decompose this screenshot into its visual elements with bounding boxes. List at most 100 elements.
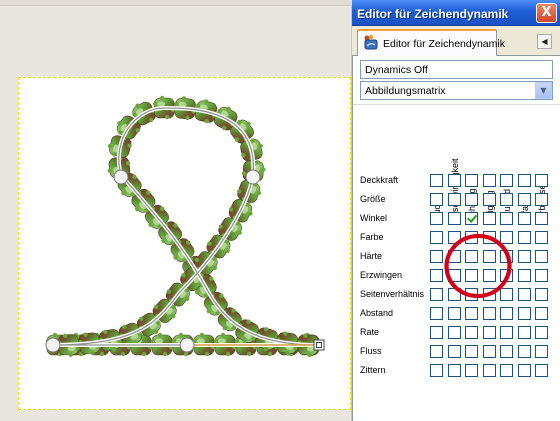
view-mode-value: Abbildungsmatrix: [365, 85, 446, 97]
matrix-checkbox[interactable]: [465, 307, 478, 320]
matrix-checkbox[interactable]: [447, 193, 461, 206]
matrix-checkbox[interactable]: [430, 345, 443, 358]
tab-dynamics-editor[interactable]: Editor für Zeichendynamik: [357, 29, 505, 57]
matrix-checkbox[interactable]: [465, 326, 478, 339]
matrix-checkbox[interactable]: [500, 193, 513, 206]
path-handle-right[interactable]: [245, 169, 261, 185]
matrix-checkbox[interactable]: [482, 364, 496, 377]
matrix-checkbox[interactable]: [500, 174, 513, 187]
matrix-checkbox[interactable]: [535, 250, 548, 263]
matrix-checkbox[interactable]: [447, 364, 461, 377]
matrix-checkbox[interactable]: [535, 174, 548, 187]
chevron-down-icon[interactable]: ▼: [535, 82, 552, 99]
matrix-checkbox[interactable]: [482, 193, 496, 206]
ruler-strip: [0, 0, 352, 6]
dock-title: Editor für Zeichendynamik: [357, 7, 509, 21]
view-mode-select[interactable]: Abbildungsmatrix ▼: [360, 81, 553, 100]
matrix-checkbox[interactable]: [430, 193, 443, 206]
matrix-row-label: Winkel: [360, 213, 388, 223]
matrix-checkbox[interactable]: [517, 364, 531, 377]
matrix-column-header: Richtung: [465, 114, 479, 224]
brush-stroke-dabs: [45, 95, 321, 358]
tab-label: Editor für Zeichendynamik: [383, 38, 505, 50]
matrix-checkbox[interactable]: [447, 307, 461, 320]
matrix-row-label: Härte: [360, 251, 383, 261]
matrix-row-label: Größe: [360, 194, 386, 204]
matrix-checkbox[interactable]: [517, 269, 531, 282]
matrix-checkbox[interactable]: [447, 174, 461, 187]
path-handle-start[interactable]: [45, 337, 61, 353]
matrix-checkbox[interactable]: [430, 174, 443, 187]
matrix-checkbox[interactable]: [517, 212, 531, 225]
matrix-checkbox[interactable]: [482, 174, 496, 187]
close-button[interactable]: X: [536, 3, 557, 23]
matrix-checkbox[interactable]: [535, 193, 548, 206]
dock-tab-strip: Editor für Zeichendynamik ◀: [352, 26, 560, 57]
matrix-checkbox[interactable]: [535, 269, 548, 282]
path-handle-left[interactable]: [113, 169, 129, 185]
matrix-row-label: Seitenverhältnis: [360, 289, 425, 299]
matrix-checkbox[interactable]: [482, 326, 496, 339]
matrix-checkbox[interactable]: [430, 364, 443, 377]
matrix-row-label: Deckkraft: [360, 175, 399, 185]
matrix-checkbox[interactable]: [430, 269, 443, 282]
matrix-row-label: Abstand: [360, 308, 394, 318]
matrix-checkbox[interactable]: [500, 345, 513, 358]
matrix-checkbox[interactable]: [535, 364, 548, 377]
matrix-row-label: Erzwingen: [360, 270, 403, 280]
matrix-column-header: Verblassen: [535, 114, 549, 224]
stroke-path: [52, 105, 320, 347]
matrix-checkbox[interactable]: [465, 212, 478, 225]
matrix-column-header: Druck: [430, 114, 444, 224]
dynamics-editor-dock: Editor für Zeichendynamik X Editor für Z…: [352, 0, 560, 421]
matrix-checkbox[interactable]: [500, 364, 513, 377]
matrix-checkbox[interactable]: [500, 326, 513, 339]
matrix-checkbox[interactable]: [447, 212, 461, 225]
matrix-checkbox[interactable]: [517, 345, 531, 358]
matrix-checkbox[interactable]: [500, 212, 513, 225]
matrix-checkbox[interactable]: [517, 193, 531, 206]
matrix-checkbox[interactable]: [517, 174, 531, 187]
drawing-canvas[interactable]: [18, 77, 351, 410]
matrix-checkbox[interactable]: [430, 212, 443, 225]
matrix-checkbox[interactable]: [535, 326, 548, 339]
matrix-checkbox[interactable]: [482, 345, 496, 358]
matrix-checkbox[interactable]: [535, 345, 548, 358]
matrix-row-label: Zittern: [360, 365, 386, 375]
matrix-checkbox[interactable]: [535, 288, 548, 301]
matrix-checkbox[interactable]: [517, 250, 531, 263]
matrix-checkbox[interactable]: [482, 307, 496, 320]
dynamics-editor-icon: [364, 35, 378, 50]
matrix-checkbox[interactable]: [517, 307, 531, 320]
matrix-checkbox[interactable]: [430, 288, 443, 301]
matrix-checkbox[interactable]: [430, 326, 443, 339]
canvas-drawing: [45, 95, 325, 358]
path-handle-control[interactable]: [179, 337, 195, 353]
matrix-checkbox[interactable]: [465, 193, 478, 206]
matrix-row-label: Farbe: [360, 232, 384, 242]
path-anchor-end[interactable]: [313, 339, 325, 351]
matrix-checkbox[interactable]: [465, 345, 478, 358]
dynamics-name-field[interactable]: Dynamics Off: [360, 60, 553, 79]
matrix-checkbox[interactable]: [500, 288, 513, 301]
matrix-checkbox[interactable]: [482, 212, 496, 225]
matrix-checkbox[interactable]: [465, 174, 478, 187]
matrix-checkbox[interactable]: [430, 231, 443, 244]
matrix-checkbox[interactable]: [517, 231, 531, 244]
matrix-checkbox[interactable]: [447, 345, 461, 358]
matrix-checkbox[interactable]: [535, 231, 548, 244]
dock-titlebar[interactable]: Editor für Zeichendynamik X: [352, 0, 560, 26]
matrix-checkbox[interactable]: [430, 307, 443, 320]
matrix-checkbox[interactable]: [535, 307, 548, 320]
matrix-checkbox[interactable]: [517, 288, 531, 301]
matrix-column-header: Zufall: [518, 114, 532, 224]
matrix-checkbox[interactable]: [517, 326, 531, 339]
matrix-checkbox[interactable]: [535, 212, 548, 225]
matrix-checkbox[interactable]: [500, 307, 513, 320]
matrix-checkbox[interactable]: [447, 326, 461, 339]
matrix-checkbox[interactable]: [430, 250, 443, 263]
matrix-checkbox[interactable]: [500, 231, 513, 244]
matrix-row-label: Fluss: [360, 346, 382, 356]
matrix-checkbox[interactable]: [465, 364, 478, 377]
tab-menu-button[interactable]: ◀: [537, 34, 552, 49]
